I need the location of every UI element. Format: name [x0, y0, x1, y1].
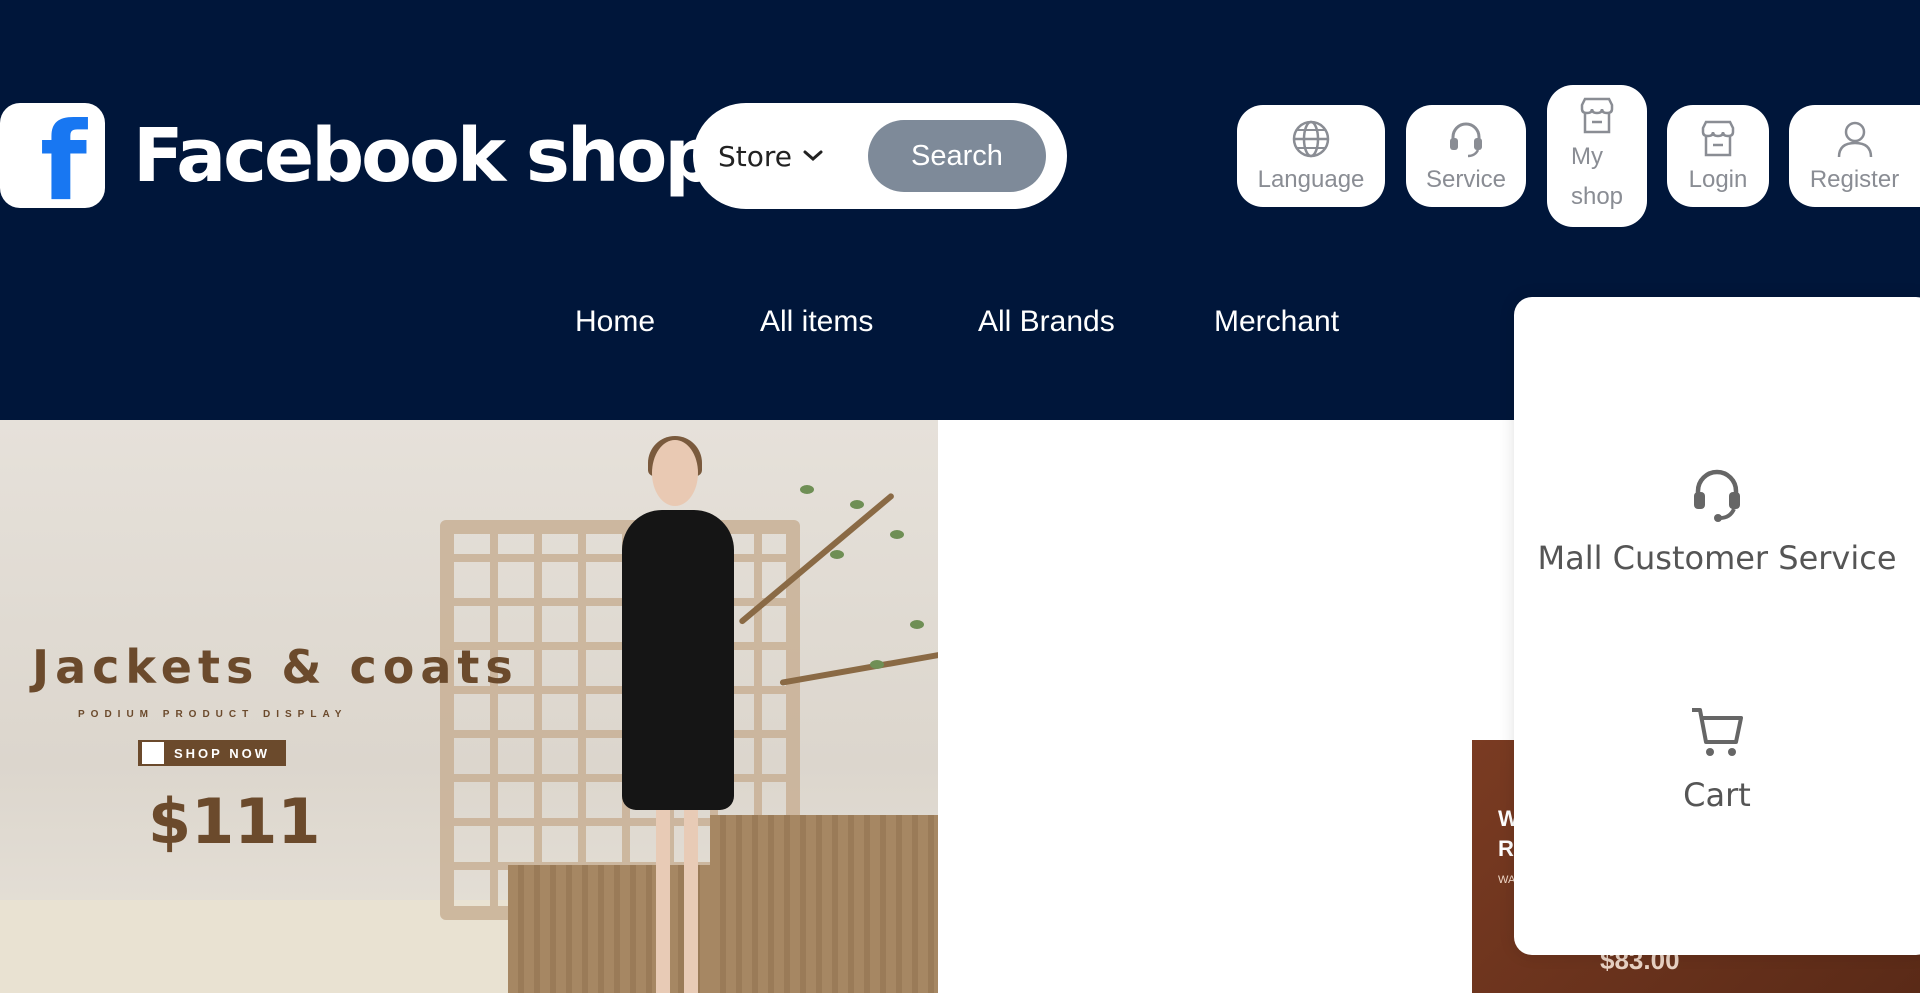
banner-subtitle: PODIUM PRODUCT DISPLAY	[78, 709, 348, 720]
banner-branch	[779, 650, 938, 686]
register-button[interactable]: Register	[1789, 105, 1920, 207]
promo-title-line2: R	[1498, 836, 1514, 861]
promo-small-text: WA	[1498, 874, 1516, 886]
banner-leaf	[890, 530, 904, 539]
site-logo[interactable]: f Facebook shop	[0, 103, 717, 208]
shop-now-label: SHOP NOW	[174, 745, 270, 761]
mall-customer-service-label: Mall Customer Service	[1537, 539, 1897, 577]
store-select-label: Store	[718, 139, 793, 173]
logo-letter: f	[40, 103, 87, 209]
mall-customer-service-item[interactable]: Mall Customer Service	[1514, 465, 1920, 577]
nav-item-all-brands[interactable]: All Brands	[978, 305, 1115, 339]
nav-item-merchant[interactable]: Merchant	[1214, 305, 1339, 339]
search-button[interactable]: Search	[868, 120, 1046, 192]
banner-leaf	[870, 660, 884, 669]
banner-model-coat	[622, 510, 734, 810]
chevron-down-icon	[803, 150, 823, 161]
my-shop-label: My shop	[1571, 137, 1623, 217]
store-icon	[1580, 97, 1614, 134]
shop-now-button[interactable]: SHOP NOW	[138, 740, 286, 766]
banner-leaf	[800, 485, 814, 494]
language-label: Language	[1257, 166, 1365, 193]
cart-label: Cart	[1683, 776, 1751, 814]
banner-model-leg	[656, 810, 670, 993]
banner-price: $111	[148, 785, 321, 858]
my-shop-button[interactable]: My shop	[1547, 85, 1647, 227]
hero-banner[interactable]: Jackets & coats PODIUM PRODUCT DISPLAY S…	[0, 420, 938, 993]
cart-item[interactable]: Cart	[1514, 702, 1920, 814]
language-button[interactable]: Language	[1237, 105, 1385, 207]
facebook-logo-icon: f	[0, 103, 105, 208]
register-label: Register	[1809, 166, 1900, 193]
service-button[interactable]: Service	[1406, 105, 1526, 207]
user-icon	[1837, 121, 1872, 158]
logo-text: Facebook shop	[133, 112, 717, 199]
login-label: Login	[1688, 166, 1748, 193]
banner-leaf	[910, 620, 924, 629]
headset-icon	[1450, 122, 1482, 158]
cart-icon	[1692, 708, 1743, 756]
nav-item-all-items[interactable]: All items	[760, 305, 873, 339]
my-shop-label-line1: My	[1570, 143, 1603, 170]
banner-leaf	[830, 550, 844, 559]
search-bar: Store Search	[693, 103, 1067, 209]
banner-model-leg	[684, 810, 698, 993]
nav-item-home[interactable]: Home	[575, 305, 655, 339]
my-shop-label-line2: shop	[1570, 183, 1624, 210]
store-icon	[1701, 120, 1735, 157]
globe-icon	[1292, 120, 1330, 158]
service-label: Service	[1425, 166, 1507, 193]
login-button[interactable]: Login	[1667, 105, 1769, 207]
headset-icon	[1694, 469, 1740, 522]
banner-leaf	[850, 500, 864, 509]
cart-icon	[142, 742, 164, 764]
banner-model-head	[652, 440, 698, 506]
banner-title: Jackets & coats	[32, 640, 519, 694]
service-dropdown: Mall Customer Service Cart	[1514, 297, 1920, 955]
store-select[interactable]: Store	[718, 140, 824, 173]
banner-wood-block	[710, 815, 938, 993]
